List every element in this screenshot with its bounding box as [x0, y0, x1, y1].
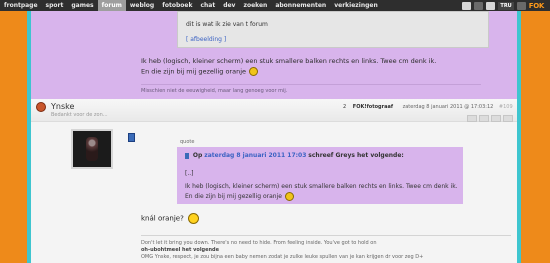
reply-text: knál oranje?	[141, 214, 184, 223]
tru-badge[interactable]: TRU	[498, 1, 514, 10]
signature-line: Don't let it bring you down. There's no …	[141, 240, 377, 246]
nav-zoeken[interactable]: zoeken	[239, 0, 271, 11]
signature-line[interactable]: oh-ubohtmeel het volgende	[141, 247, 219, 253]
image-link[interactable]: [ afbeelding ]	[186, 36, 226, 43]
forum-link[interactable]: FOK!fotograaf	[353, 104, 393, 110]
right-border-stripe	[517, 11, 521, 263]
post-meta: 2 FOK!fotograaf zaterdag 8 januari 2011 …	[343, 104, 513, 110]
nav-sport[interactable]: sport	[42, 0, 68, 11]
post-reply: knál oranje?	[141, 213, 200, 224]
profile-icon[interactable]	[486, 1, 496, 10]
post-actions	[467, 115, 513, 122]
doc-icon[interactable]	[128, 133, 135, 142]
nav-chat[interactable]: chat	[196, 0, 219, 11]
smiley-icon	[284, 192, 294, 201]
smiley-icon	[249, 67, 259, 76]
post-signature: Misschien niet de eeuwigheid, maar lang …	[141, 88, 288, 94]
quote-date-link[interactable]: zaterdag 8 januari 2011 17:03	[204, 152, 306, 159]
post-date: zaterdag 8 januari 2011 @ 17:03:12	[402, 104, 494, 110]
quote-line: dit is wat ik zie van t forum	[186, 21, 268, 28]
post-id[interactable]: #109	[499, 104, 513, 110]
username[interactable]: Ynske	[51, 102, 74, 111]
nav-weblog[interactable]: weblog	[126, 0, 158, 11]
signature-divider	[141, 84, 481, 85]
search-icon[interactable]	[462, 1, 472, 10]
avatar[interactable]	[71, 129, 113, 169]
quote-header-prefix: Op	[192, 152, 203, 159]
edit-button[interactable]	[479, 115, 489, 122]
nav-dev[interactable]: dev	[219, 0, 239, 11]
mail-icon[interactable]	[474, 1, 484, 10]
quote-text: En die zijn bij mij gezellig oranje	[185, 193, 282, 200]
nav-fotoboek[interactable]: fotoboek	[158, 0, 196, 11]
quote-ellipsis: [..]	[185, 170, 194, 177]
post-body-line: Ik heb (logisch, kleiner scherm) een stu…	[141, 57, 437, 65]
user-status-text: Bedankt voor de zon...	[51, 112, 108, 118]
user-icon	[36, 102, 46, 112]
signature-line: OMG Ynske, respect, je zou bijna een bab…	[141, 254, 424, 260]
more-button[interactable]	[503, 115, 513, 122]
brand-logo[interactable]: FOK	[529, 2, 545, 10]
smiley-icon	[188, 213, 200, 224]
quote-line: Ik heb (logisch, kleiner scherm) een stu…	[185, 183, 458, 190]
nav-games[interactable]: games	[67, 0, 97, 11]
post-body-line-2: En die zijn bij mij gezellig oranje	[141, 67, 259, 76]
forum-post-ynske: Ynske Bedankt voor de zon... 2 FOK!fotog…	[31, 99, 517, 263]
top-navigation: frontpage sport games forum weblog fotob…	[0, 0, 550, 11]
nav-forum[interactable]: forum	[97, 0, 126, 11]
post-body-text: En die zijn bij mij gezellig oranje	[141, 67, 247, 76]
signature-divider	[141, 235, 511, 236]
quote-button[interactable]	[467, 115, 477, 122]
avatar-image	[86, 137, 98, 161]
nav-verkiezingen[interactable]: verkiezingen	[330, 0, 382, 11]
post-number: 2	[343, 104, 347, 110]
quote-header-suffix: schreef Greys het volgende:	[308, 152, 404, 159]
nav-frontpage[interactable]: frontpage	[0, 0, 42, 11]
report-button[interactable]	[491, 115, 501, 122]
nav-abonnementen[interactable]: abonnementen	[271, 0, 330, 11]
quote-label: quote	[180, 139, 195, 145]
quoted-message-box: Op zaterdag 8 januari 2011 17:03 schreef…	[177, 147, 463, 204]
quote-line-2: En die zijn bij mij gezellig oranje	[185, 192, 294, 201]
settings-icon[interactable]	[516, 1, 526, 10]
nav-icon-group: TRU FOK	[462, 1, 544, 10]
doc-icon[interactable]	[185, 152, 189, 159]
quoted-message-box: dit is wat ik zie van t forum [ afbeeldi…	[177, 11, 489, 48]
forum-post-greys: dit is wat ik zie van t forum [ afbeeldi…	[31, 11, 517, 99]
quote-header: Op zaterdag 8 januari 2011 17:03 schreef…	[185, 152, 404, 159]
post-header: Ynske Bedankt voor de zon... 2 FOK!fotog…	[31, 99, 517, 122]
